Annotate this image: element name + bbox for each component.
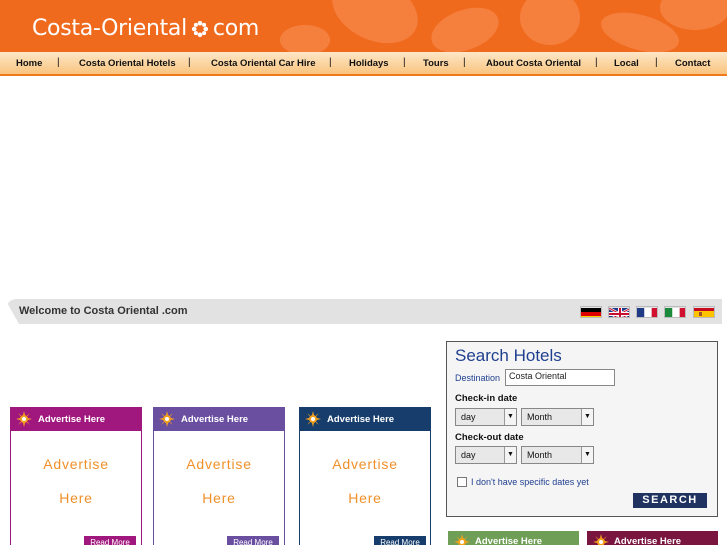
dropdown-arrow-icon: ▼ bbox=[504, 447, 516, 463]
ad-box-1[interactable]: Advertise Here Advertise Here Read More bbox=[10, 407, 142, 545]
dropdown-arrow-icon: ▼ bbox=[581, 447, 593, 463]
flower-logo-icon bbox=[191, 19, 209, 38]
nav-separator: | bbox=[57, 57, 60, 68]
main-nav: Home | Costa Oriental Hotels | Costa Ori… bbox=[0, 52, 727, 76]
checkout-day-value: day bbox=[461, 450, 476, 460]
search-button[interactable]: SEARCH bbox=[633, 493, 707, 508]
welcome-text: Welcome to Costa Oriental .com bbox=[19, 305, 188, 317]
german-flag-icon[interactable] bbox=[580, 306, 602, 318]
read-more-button[interactable]: Read More bbox=[374, 536, 426, 545]
ad-box-2[interactable]: Advertise Here Advertise Here Read More bbox=[153, 407, 285, 545]
checkout-month-value: Month bbox=[527, 450, 553, 460]
ad-box-3[interactable]: Advertise Here Advertise Here Read More bbox=[299, 407, 431, 545]
page: Costa-Oriental com Home | Costa Oriental… bbox=[0, 0, 727, 545]
read-more-button[interactable]: Read More bbox=[84, 536, 136, 545]
ad-text-line1: Advertise bbox=[332, 456, 398, 472]
logo-text-left: Costa-Oriental bbox=[32, 15, 187, 41]
ad-title: Advertise Here bbox=[181, 414, 249, 425]
search-title: Search Hotels bbox=[455, 346, 562, 365]
ad-header: Advertise Here bbox=[154, 408, 284, 431]
no-dates-checkbox[interactable] bbox=[457, 477, 467, 487]
ad-text-line2: Here bbox=[59, 490, 93, 506]
nav-contact[interactable]: Contact bbox=[675, 58, 710, 69]
ad-header: Advertise Here bbox=[300, 408, 430, 431]
ad-text-line2: Here bbox=[348, 490, 382, 506]
dropdown-arrow-icon: ▼ bbox=[504, 409, 516, 425]
checkout-month-select[interactable]: Month ▼ bbox=[521, 446, 594, 464]
checkout-label: Check-out date bbox=[455, 432, 524, 443]
ad-title: Advertise Here bbox=[327, 414, 395, 425]
site-header: Costa-Oriental com bbox=[0, 0, 727, 52]
ad-text-line1: Advertise bbox=[186, 456, 252, 472]
nav-tours[interactable]: Tours bbox=[423, 58, 449, 69]
french-flag-icon[interactable] bbox=[636, 306, 658, 318]
ad-header: Advertise Here bbox=[11, 408, 141, 431]
checkin-day-select[interactable]: day ▼ bbox=[455, 408, 517, 426]
sun-icon bbox=[159, 411, 175, 427]
sun-icon bbox=[593, 534, 609, 545]
ad-title: Advertise Here bbox=[475, 536, 543, 545]
nav-about[interactable]: About Costa Oriental bbox=[486, 58, 581, 69]
sun-icon bbox=[454, 534, 470, 545]
ad-title: Advertise Here bbox=[614, 536, 682, 545]
checkout-day-select[interactable]: day ▼ bbox=[455, 446, 517, 464]
nav-hotels[interactable]: Costa Oriental Hotels bbox=[79, 58, 176, 69]
spanish-flag-icon[interactable] bbox=[693, 306, 715, 318]
destination-label: Destination bbox=[455, 373, 501, 383]
logo-text-right: com bbox=[212, 15, 260, 41]
dropdown-arrow-icon: ▼ bbox=[581, 409, 593, 425]
nav-separator: | bbox=[188, 57, 191, 68]
site-logo[interactable]: Costa-Oriental com bbox=[32, 13, 259, 43]
destination-input[interactable]: Costa Oriental bbox=[505, 369, 615, 386]
ad-small-1[interactable]: Advertise Here bbox=[448, 531, 579, 545]
nav-holidays[interactable]: Holidays bbox=[349, 58, 389, 69]
nav-local[interactable]: Local bbox=[614, 58, 639, 69]
no-dates-label: I don't have specific dates yet bbox=[471, 477, 589, 487]
sun-icon bbox=[305, 411, 321, 427]
nav-home[interactable]: Home bbox=[16, 58, 42, 69]
ad-text-line2: Here bbox=[202, 490, 236, 506]
checkin-label: Check-in date bbox=[455, 393, 518, 404]
nav-separator: | bbox=[403, 57, 406, 68]
nav-separator: | bbox=[329, 57, 332, 68]
italian-flag-icon[interactable] bbox=[664, 306, 686, 318]
checkin-month-select[interactable]: Month ▼ bbox=[521, 408, 594, 426]
nav-separator: | bbox=[655, 57, 658, 68]
ad-small-2[interactable]: Advertise Here bbox=[587, 531, 718, 545]
checkin-day-value: day bbox=[461, 412, 476, 422]
nav-separator: | bbox=[595, 57, 598, 68]
ad-text-line1: Advertise bbox=[43, 456, 109, 472]
read-more-button[interactable]: Read More bbox=[227, 536, 279, 545]
nav-car-hire[interactable]: Costa Oriental Car Hire bbox=[211, 58, 316, 69]
ad-title: Advertise Here bbox=[38, 414, 106, 425]
checkin-month-value: Month bbox=[527, 412, 553, 422]
nav-separator: | bbox=[463, 57, 466, 68]
search-hotels-panel: Search Hotels Destination Costa Oriental… bbox=[446, 341, 718, 517]
sun-icon bbox=[16, 411, 32, 427]
uk-flag-icon[interactable] bbox=[608, 306, 630, 318]
